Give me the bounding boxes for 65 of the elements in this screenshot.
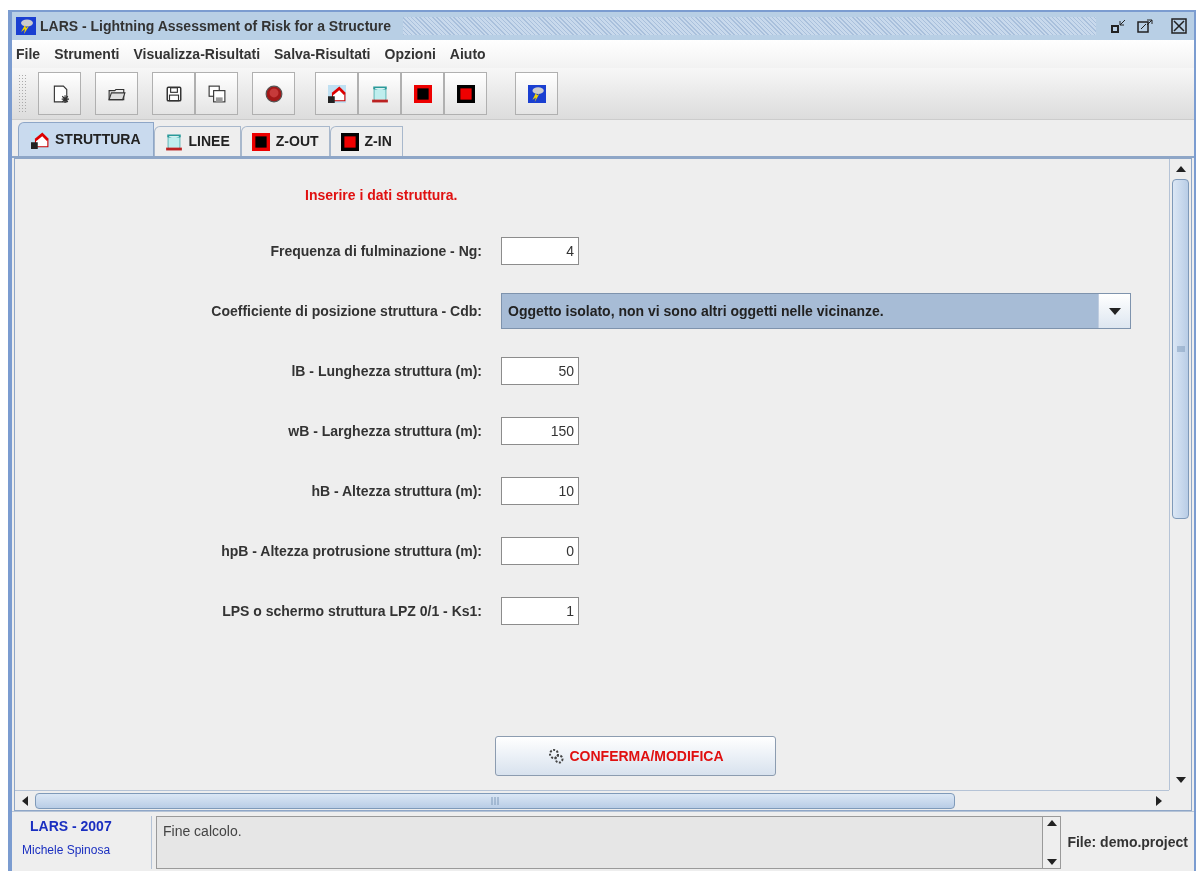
menu-item[interactable]: Aiuto	[449, 43, 486, 65]
right-arrow-icon	[1156, 795, 1162, 806]
dropdown[interactable]: Oggetto isolato, non vi sono altri oggetti nelle vicinanze.	[501, 293, 1131, 329]
vertical-scrollbar[interactable]	[1169, 159, 1191, 790]
up-arrow-icon	[1175, 166, 1186, 172]
maximize-button[interactable]	[1134, 16, 1156, 36]
status-message: Fine calcolo.	[156, 816, 1044, 869]
close-button[interactable]	[1168, 16, 1190, 36]
confirm-button[interactable]: CONFERMA/MODIFICA	[495, 736, 776, 776]
window-title: LARS - Lightning Assessment of Risk for a Structure	[40, 16, 392, 36]
toolbar-button[interactable]	[252, 72, 295, 115]
stop-icon	[264, 84, 283, 103]
tab[interactable]: Z-OUT	[240, 126, 330, 156]
menu-item[interactable]: Visualizza-Risultati	[133, 43, 261, 65]
field-label: LPS o schermo struttura LPZ 0/1 - Ks1:	[222, 603, 482, 619]
horizontal-scrollbar[interactable]	[15, 790, 1169, 810]
toolbar-button[interactable]	[315, 72, 358, 115]
left-arrow-icon	[22, 795, 28, 806]
toolbar-button[interactable]	[515, 72, 558, 115]
house-icon	[327, 84, 346, 103]
toolbar-button[interactable]	[95, 72, 138, 115]
input-field[interactable]: 1	[501, 597, 579, 625]
framed-square-icon	[251, 132, 270, 151]
file-name: File: demo.project	[1067, 833, 1188, 852]
form-heading: Inserire i dati struttura.	[305, 187, 458, 203]
input-field[interactable]: 10	[501, 477, 579, 505]
field-label: hpB - Altezza protrusione struttura (m):	[221, 543, 482, 559]
input-field[interactable]: 150	[501, 417, 579, 445]
scrollbar-grip-icon	[491, 795, 499, 806]
dropdown-arrow-icon	[1108, 307, 1121, 315]
field-label: Frequenza di fulminazione - Ng:	[270, 243, 482, 259]
lightning-cloud-icon	[16, 17, 36, 35]
menu-item[interactable]: Salva-Risultati	[274, 43, 371, 65]
author-name: Michele Spinosa	[22, 842, 112, 859]
tab[interactable]: Z-IN	[329, 126, 403, 156]
down-arrow-icon	[1175, 777, 1186, 783]
field-label: wB - Larghezza struttura (m):	[288, 423, 482, 439]
two-floppy-disks-icon	[207, 84, 226, 103]
line-structure-icon	[370, 84, 389, 103]
toolbar-button[interactable]	[38, 72, 81, 115]
house-icon	[31, 130, 49, 149]
lightning-cloud-icon	[527, 84, 546, 103]
bordered-square-icon	[456, 84, 475, 103]
bordered-square-icon	[340, 132, 359, 151]
menu-item[interactable]: Strumenti	[54, 43, 120, 65]
input-field[interactable]: 50	[501, 357, 579, 385]
toolbar-button[interactable]	[444, 72, 487, 115]
line-structure-icon	[164, 132, 183, 151]
up-arrow-icon	[1045, 819, 1058, 827]
down-arrow-icon	[1045, 858, 1058, 866]
toolbar-button[interactable]	[152, 72, 195, 115]
tab[interactable]: LINEE	[153, 126, 241, 156]
field-label: lB - Lunghezza struttura (m):	[291, 363, 482, 379]
scrollbar-grip-icon	[1175, 346, 1186, 352]
app-name: LARS - 2007	[29, 817, 113, 836]
input-field[interactable]: 0	[501, 537, 579, 565]
tab[interactable]: STRUTTURA	[18, 122, 154, 156]
menu-item[interactable]: Opzioni	[384, 43, 436, 65]
menu-item[interactable]: File	[16, 43, 41, 65]
toolbar-button[interactable]	[401, 72, 444, 115]
field-label: Coefficiente di posizione struttura - Cdb:	[211, 303, 482, 319]
gear-icon	[547, 748, 564, 764]
field-label: hB - Altezza struttura (m):	[311, 483, 482, 499]
input-field[interactable]: 4	[501, 237, 579, 265]
framed-square-icon	[413, 84, 432, 103]
